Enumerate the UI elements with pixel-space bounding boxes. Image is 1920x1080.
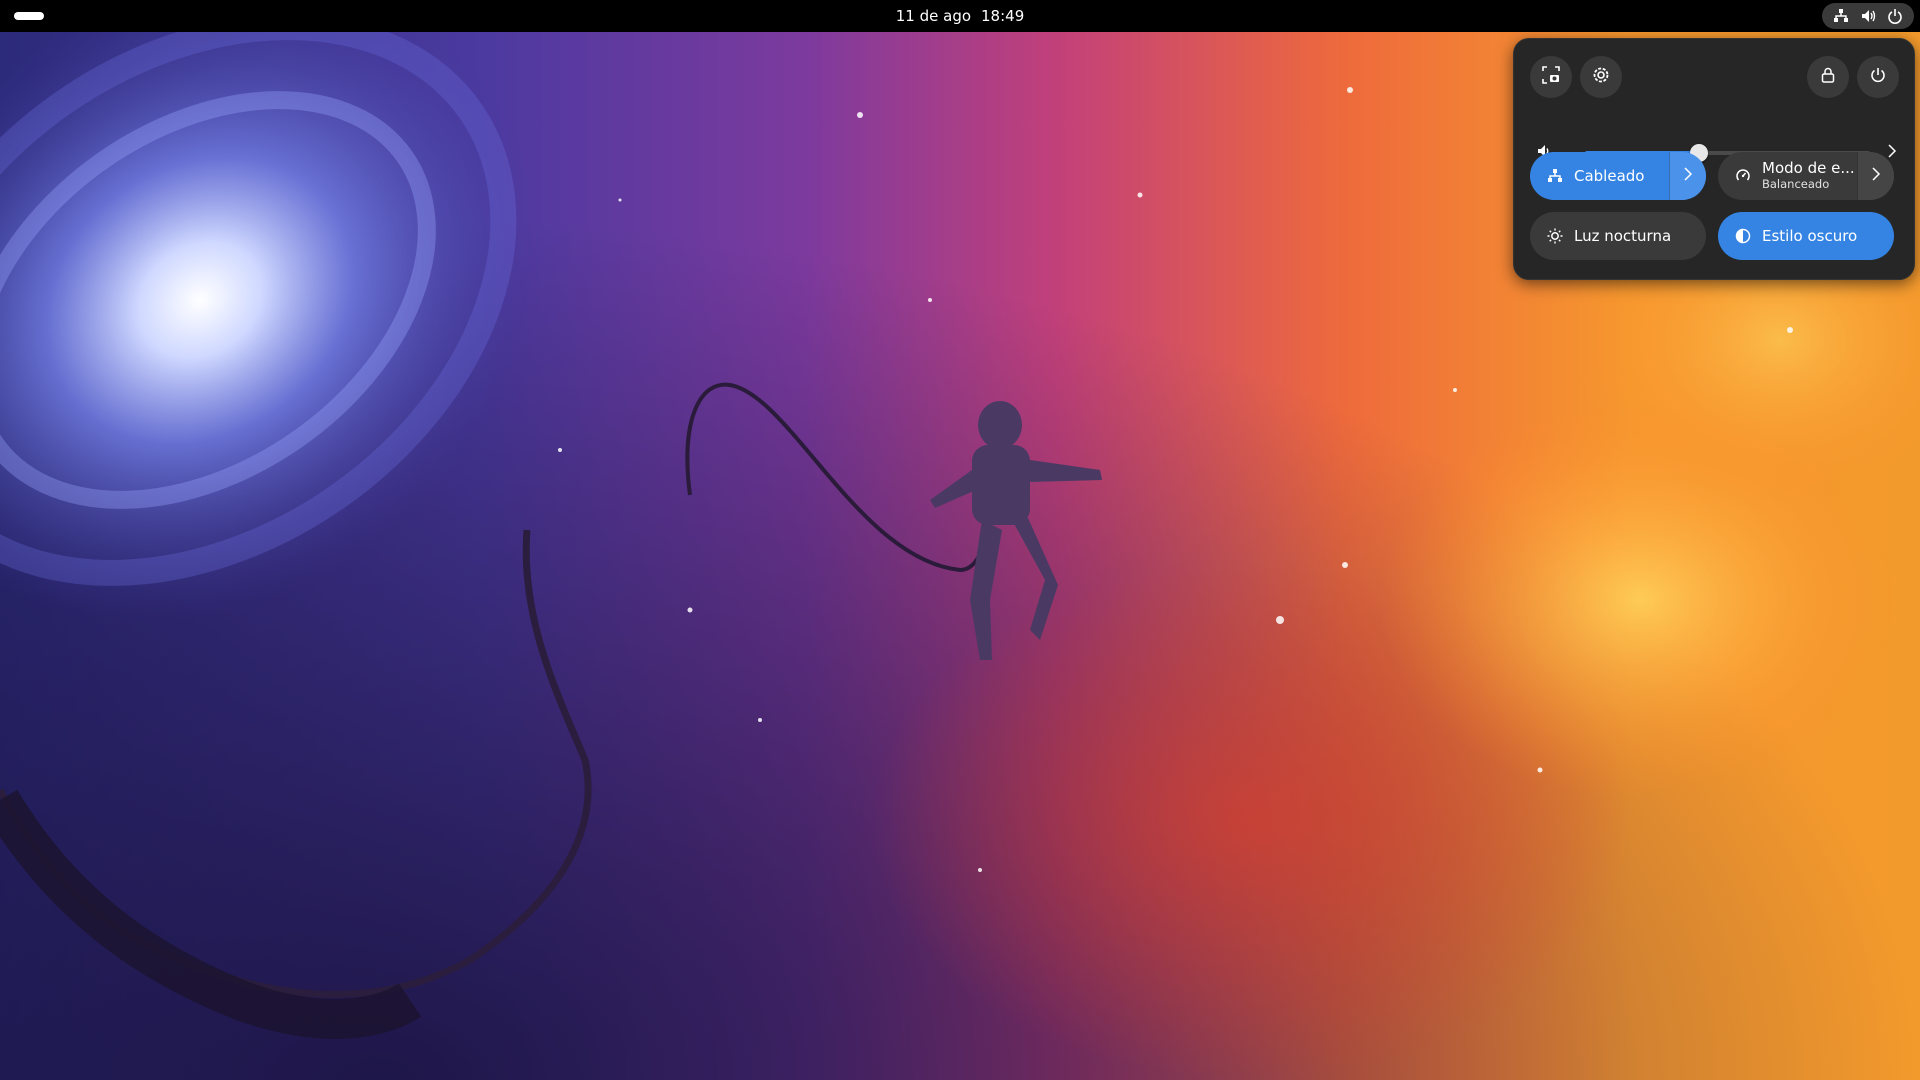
chevron-right-icon <box>1682 166 1694 186</box>
clock-button[interactable]: 11 de ago 18:49 <box>0 0 1920 32</box>
power-mode-label: Modo de e... <box>1762 159 1855 177</box>
activities-button[interactable] <box>14 12 44 20</box>
power-off-button[interactable] <box>1857 56 1899 98</box>
lock-button[interactable] <box>1807 56 1849 98</box>
quick-settings-panel: Cableado Modo de e... Balanceado Luz noc… <box>1513 38 1915 280</box>
night-light-label: Luz nocturna <box>1574 227 1672 245</box>
wired-network-label: Cableado <box>1574 167 1645 185</box>
power-icon <box>1869 66 1887 88</box>
power-icon <box>1886 7 1904 25</box>
lock-icon <box>1819 66 1837 88</box>
gear-icon <box>1592 66 1610 88</box>
wired-network-toggle-main[interactable]: Cableado <box>1530 152 1669 200</box>
power-mode-subtitle: Balanceado <box>1762 177 1830 191</box>
dark-style-icon <box>1734 227 1752 245</box>
screenshot-button[interactable] <box>1530 56 1572 98</box>
night-light-toggle-main[interactable]: Luz nocturna <box>1530 212 1706 260</box>
network-wired-icon <box>1832 7 1850 25</box>
top-bar: 11 de ago 18:49 <box>0 0 1920 32</box>
screenshot-icon <box>1542 66 1560 88</box>
date-label: 11 de ago <box>895 7 972 25</box>
chevron-right-icon <box>1870 166 1882 186</box>
power-mode-toggle-main[interactable]: Modo de e... Balanceado <box>1718 152 1857 200</box>
power-mode-toggle[interactable]: Modo de e... Balanceado <box>1718 152 1894 200</box>
volume-icon <box>1859 7 1877 25</box>
night-light-icon <box>1546 227 1564 245</box>
wired-network-toggle[interactable]: Cableado <box>1530 152 1706 200</box>
power-profile-icon <box>1734 167 1752 185</box>
night-light-toggle[interactable]: Luz nocturna <box>1530 212 1706 260</box>
time-label: 18:49 <box>981 7 1025 25</box>
network-wired-icon <box>1546 167 1564 185</box>
desktop: 11 de ago 18:49 Cableado Modo de e... Ba… <box>0 0 1920 1080</box>
system-status-area[interactable] <box>1822 3 1914 29</box>
dark-style-toggle[interactable]: Estilo oscuro <box>1718 212 1894 260</box>
settings-button[interactable] <box>1580 56 1622 98</box>
dark-style-toggle-main[interactable]: Estilo oscuro <box>1718 212 1894 260</box>
dark-style-label: Estilo oscuro <box>1762 227 1858 245</box>
